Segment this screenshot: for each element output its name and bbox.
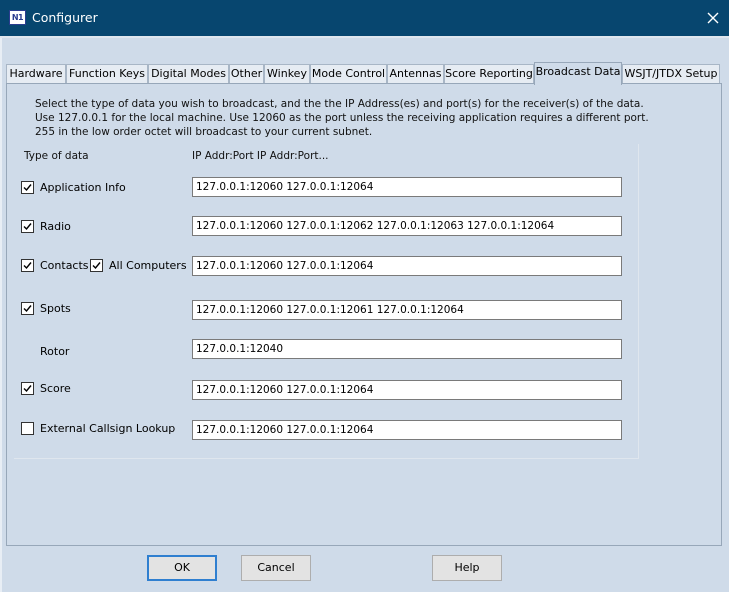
help-button[interactable]: Help bbox=[432, 555, 502, 581]
contacts-checkbox[interactable] bbox=[21, 259, 34, 272]
checkmark-icon bbox=[23, 262, 32, 270]
tab-digital-modes[interactable]: Digital Modes bbox=[148, 64, 229, 84]
application-info-label: Application Info bbox=[40, 181, 126, 194]
app-icon: N1 bbox=[9, 10, 26, 25]
score-checkbox[interactable] bbox=[21, 382, 34, 395]
tab-mode-control[interactable]: Mode Control bbox=[310, 64, 387, 84]
spots-label: Spots bbox=[40, 302, 71, 315]
description-line-2: Use 127.0.0.1 for the local machine. Use… bbox=[35, 112, 649, 124]
checkmark-icon bbox=[23, 223, 32, 231]
contacts-ip-field[interactable]: 127.0.0.1:12060 127.0.0.1:12064 bbox=[192, 256, 622, 276]
window-left-edge bbox=[0, 38, 2, 592]
title-bar: N1 Configurer bbox=[0, 0, 729, 36]
external-callsign-lookup-checkbox[interactable] bbox=[21, 422, 34, 435]
ok-button[interactable]: OK bbox=[147, 555, 217, 581]
checkmark-icon bbox=[92, 262, 101, 270]
external-callsign-lookup-label: External Callsign Lookup bbox=[40, 422, 176, 435]
checkmark-icon bbox=[23, 305, 32, 313]
external-callsign-lookup-ip-field[interactable]: 127.0.0.1:12060 127.0.0.1:12064 bbox=[192, 420, 622, 440]
tab-wsjt-jtdx-setup[interactable]: WSJT/JTDX Setup bbox=[622, 64, 720, 84]
type-of-data-header: Type of data bbox=[24, 150, 89, 162]
score-label: Score bbox=[40, 382, 71, 395]
rotor-ip-field[interactable]: 127.0.0.1:12040 bbox=[192, 339, 622, 359]
spots-ip-field[interactable]: 127.0.0.1:12060 127.0.0.1:12061 127.0.0.… bbox=[192, 300, 622, 320]
radio-ip-field[interactable]: 127.0.0.1:12060 127.0.0.1:12062 127.0.0.… bbox=[192, 216, 622, 236]
tab-function-keys[interactable]: Function Keys bbox=[66, 64, 148, 84]
application-info-ip-field[interactable]: 127.0.0.1:12060 127.0.0.1:12064 bbox=[192, 177, 622, 197]
tab-other[interactable]: Other bbox=[229, 64, 264, 84]
title-bar-divider bbox=[0, 36, 729, 38]
tab-broadcast-data[interactable]: Broadcast Data bbox=[534, 62, 622, 85]
radio-label: Radio bbox=[40, 220, 71, 233]
radio-checkbox[interactable] bbox=[21, 220, 34, 233]
rotor-label: Rotor bbox=[40, 345, 70, 358]
close-icon[interactable] bbox=[703, 6, 723, 28]
ip-address-port-header: IP Addr:Port IP Addr:Port... bbox=[192, 150, 329, 162]
tab-antennas[interactable]: Antennas bbox=[387, 64, 444, 84]
application-info-checkbox[interactable] bbox=[21, 181, 34, 194]
cancel-button[interactable]: Cancel bbox=[241, 555, 311, 581]
checkmark-icon bbox=[23, 385, 32, 393]
spots-checkbox[interactable] bbox=[21, 302, 34, 315]
description-line-1: Select the type of data you wish to broa… bbox=[35, 98, 644, 110]
tab-hardware[interactable]: Hardware bbox=[6, 64, 66, 84]
contacts-label: Contacts bbox=[40, 259, 89, 272]
description-line-3: 255 in the low order octet will broadcas… bbox=[35, 126, 373, 138]
description-text: Select the type of data you wish to broa… bbox=[35, 97, 649, 139]
window-title: Configurer bbox=[32, 10, 98, 25]
tab-winkey[interactable]: Winkey bbox=[264, 64, 310, 84]
tab-score-reporting[interactable]: Score Reporting bbox=[444, 64, 534, 84]
all-computers-checkbox[interactable] bbox=[90, 259, 103, 272]
score-ip-field[interactable]: 127.0.0.1:12060 127.0.0.1:12064 bbox=[192, 380, 622, 400]
checkmark-icon bbox=[23, 184, 32, 192]
all-computers-label: All Computers bbox=[109, 259, 187, 272]
